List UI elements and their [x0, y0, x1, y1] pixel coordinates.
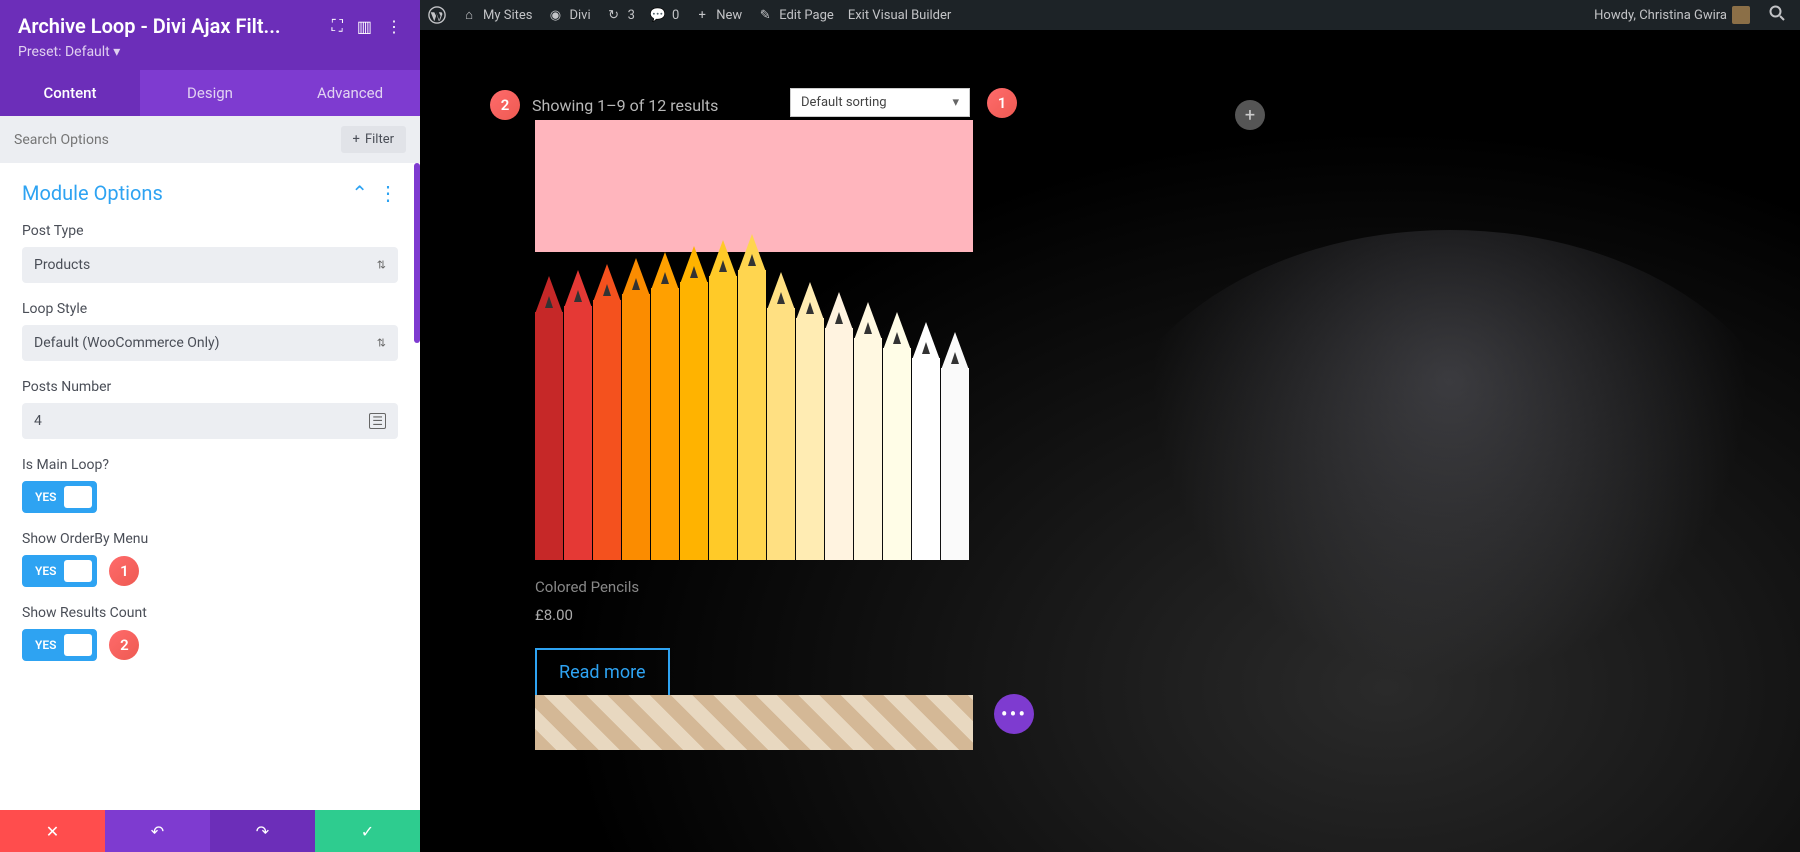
filter-button[interactable]: + Filter: [341, 126, 406, 153]
wp-admin-bar: ⌂My Sites ◉Divi ↻3 💬0 +New ✎Edit Page Ex…: [420, 0, 1800, 30]
preset-selector[interactable]: Preset: Default ▾: [18, 44, 402, 60]
options-panel: Module Options ⌃ ⋮ Post Type Products Loo…: [0, 163, 420, 810]
more-icon[interactable]: ⋮: [386, 17, 402, 36]
module-title: Archive Loop - Divi Ajax Filt...: [18, 14, 322, 38]
avatar: [1732, 6, 1750, 24]
is-main-loop-toggle[interactable]: YES: [22, 481, 97, 513]
show-orderby-toggle[interactable]: YES: [22, 555, 97, 587]
pencil-icon: ✎: [756, 6, 774, 24]
exit-builder-link[interactable]: Exit Visual Builder: [848, 8, 951, 23]
settings-tabs: Content Design Advanced: [0, 70, 420, 116]
redo-icon: ↷: [256, 822, 269, 841]
results-count-row: 2 Showing 1–9 of 12 results: [490, 90, 718, 120]
site-name-label: Divi: [569, 8, 590, 23]
updates-link[interactable]: ↻3: [605, 6, 635, 24]
product-price: £8.00: [535, 606, 573, 624]
plus-icon: +: [1245, 105, 1255, 126]
wordpress-icon: [428, 6, 446, 24]
exit-builder-label: Exit Visual Builder: [848, 8, 951, 23]
plus-icon: +: [693, 6, 711, 24]
module-actions-fab[interactable]: •••: [994, 694, 1034, 734]
module-settings-sidebar: Archive Loop - Divi Ajax Filt... ⛶ ▥ ⋮ P…: [0, 0, 420, 852]
page-preview: 2 Showing 1–9 of 12 results Default sort…: [420, 30, 1800, 852]
layout-icon[interactable]: ▥: [357, 17, 372, 36]
comment-icon: 💬: [649, 6, 667, 24]
my-sites-link[interactable]: ⌂ My Sites: [460, 6, 532, 24]
admin-search-button[interactable]: [1762, 0, 1792, 30]
annotation-badge-1: 1: [109, 556, 139, 586]
tab-advanced[interactable]: Advanced: [280, 70, 420, 116]
comments-count: 0: [672, 8, 679, 23]
expand-icon[interactable]: ⛶: [332, 16, 343, 36]
site-name-link[interactable]: ◉ Divi: [546, 6, 590, 24]
comments-link[interactable]: 💬0: [649, 6, 679, 24]
post-type-select[interactable]: Products: [22, 247, 398, 283]
new-link[interactable]: + New: [693, 6, 742, 24]
show-orderby-label: Show OrderBy Menu: [22, 531, 398, 547]
product-image[interactable]: [535, 120, 973, 560]
section-module-options[interactable]: Module Options ⌃ ⋮: [22, 181, 398, 205]
howdy-link[interactable]: Howdy, Christina Gwira: [1594, 6, 1750, 24]
loop-style-label: Loop Style: [22, 301, 398, 317]
new-label: New: [716, 8, 742, 23]
read-more-button[interactable]: Read more: [535, 648, 670, 697]
tab-content[interactable]: Content: [0, 70, 140, 116]
sidebar-footer: ✕ ↶ ↷ ✓: [0, 810, 420, 852]
annotation-badge-2: 2: [109, 630, 139, 660]
updates-count: 3: [628, 8, 635, 23]
results-count-text: Showing 1–9 of 12 results: [532, 96, 718, 115]
sidebar-header: Archive Loop - Divi Ajax Filt... ⛶ ▥ ⋮ P…: [0, 0, 420, 70]
chevron-up-icon[interactable]: ⌃: [351, 181, 368, 205]
product-title[interactable]: Colored Pencils: [535, 578, 639, 596]
show-results-toggle[interactable]: YES: [22, 629, 97, 661]
wp-logo[interactable]: [428, 6, 446, 24]
is-main-loop-label: Is Main Loop?: [22, 457, 398, 473]
options-search-input[interactable]: [14, 132, 331, 148]
section-title-text: Module Options: [22, 181, 163, 205]
close-icon: ✕: [46, 822, 59, 841]
tab-design[interactable]: Design: [140, 70, 280, 116]
redo-button[interactable]: ↷: [210, 810, 315, 852]
refresh-icon: ↻: [605, 6, 623, 24]
options-search-row: + Filter: [0, 116, 420, 163]
check-icon: ✓: [361, 822, 374, 841]
dots-icon: •••: [1001, 702, 1027, 726]
save-button[interactable]: ✓: [315, 810, 420, 852]
show-results-label: Show Results Count: [22, 605, 398, 621]
search-icon: [1769, 5, 1785, 25]
posts-number-label: Posts Number: [22, 379, 398, 395]
posts-number-input[interactable]: [22, 403, 398, 439]
my-sites-label: My Sites: [483, 8, 532, 23]
sort-dropdown[interactable]: Default sorting: [790, 88, 970, 117]
annotation-badge-2-preview: 2: [490, 90, 520, 120]
plus-icon: +: [353, 132, 360, 147]
howdy-text: Howdy, Christina Gwira: [1594, 8, 1727, 23]
home-icon: ⌂: [460, 6, 478, 24]
cancel-button[interactable]: ✕: [0, 810, 105, 852]
undo-icon: ↶: [151, 822, 164, 841]
loop-style-select[interactable]: Default (WooCommerce Only): [22, 325, 398, 361]
edit-page-link[interactable]: ✎ Edit Page: [756, 6, 834, 24]
section-more-icon[interactable]: ⋮: [378, 181, 398, 205]
edit-page-label: Edit Page: [779, 8, 834, 23]
annotation-badge-1-preview: 1: [987, 88, 1017, 118]
gauge-icon: ◉: [546, 6, 564, 24]
add-module-button[interactable]: +: [1235, 100, 1265, 130]
next-product-image[interactable]: [535, 695, 973, 750]
filter-label: Filter: [365, 132, 394, 147]
post-type-label: Post Type: [22, 223, 398, 239]
undo-button[interactable]: ↶: [105, 810, 210, 852]
